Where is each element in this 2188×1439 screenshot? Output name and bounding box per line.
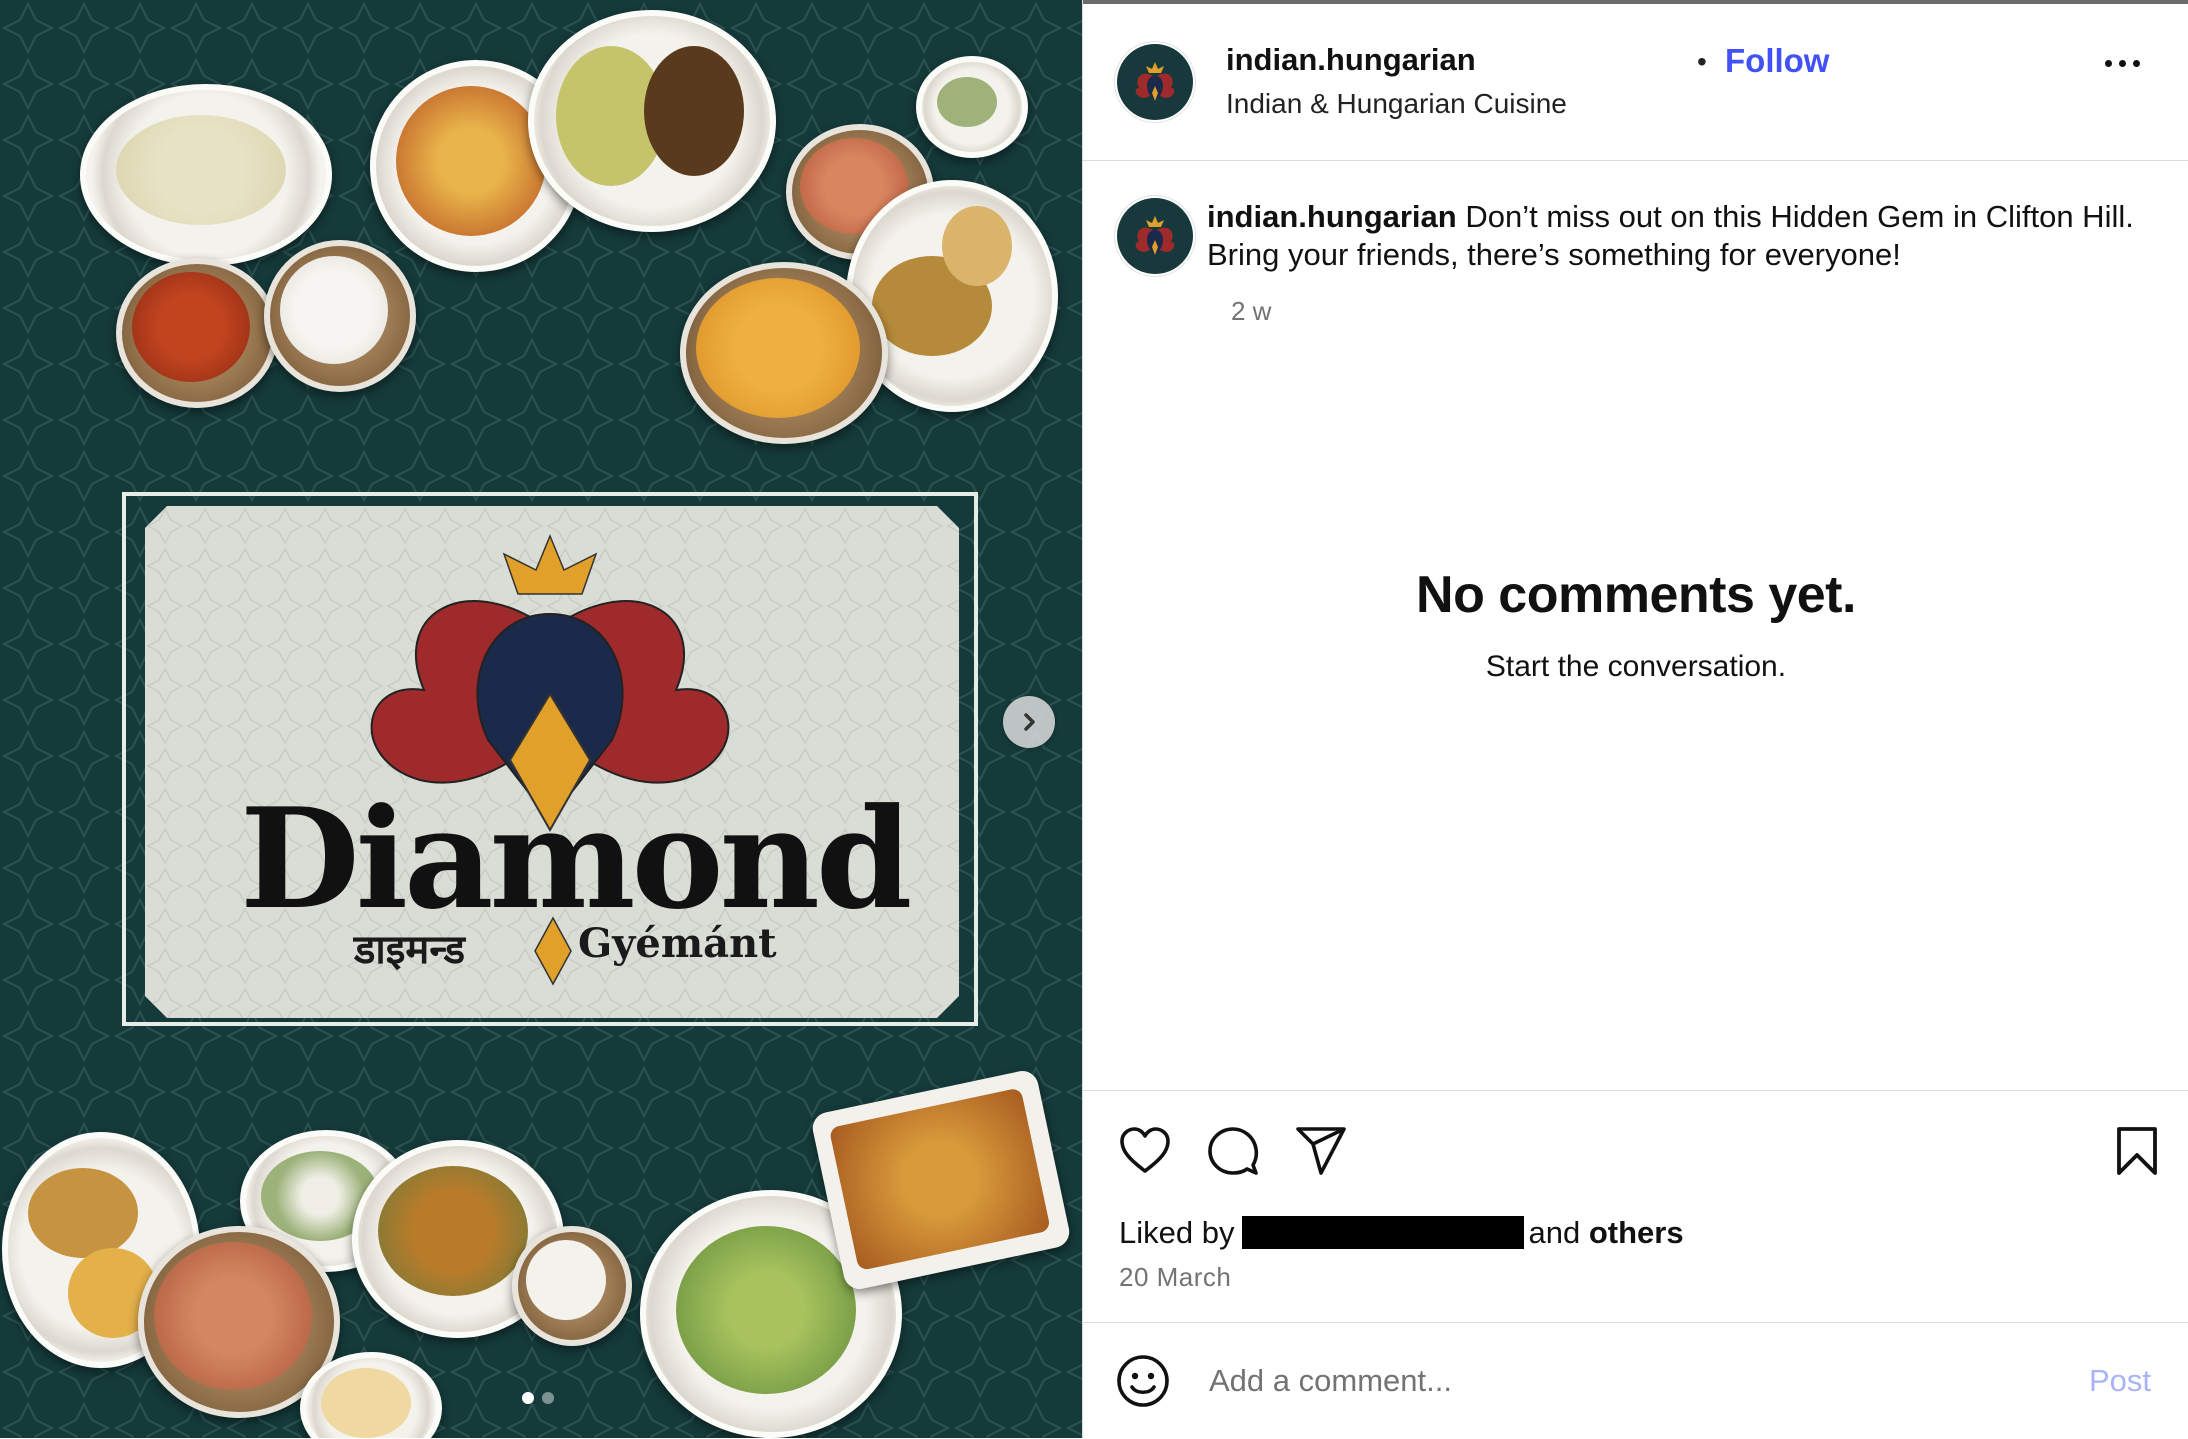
post-header: indian.hungarian Indian & Hungarian Cuis… [1083, 0, 2188, 161]
more-options-button[interactable] [2105, 60, 2140, 67]
caption-username[interactable]: indian.hungarian [1207, 199, 1457, 234]
dish-rice-bowl [264, 240, 416, 392]
logo-subtitle-hungarian: Gyémánt [578, 920, 777, 967]
logo-wordmark: Diamond [240, 777, 912, 940]
avatar[interactable] [1117, 44, 1193, 120]
carousel-dot [542, 1392, 554, 1404]
post-media[interactable]: Diamond डाइमन्ड Gyémánt [0, 0, 1082, 1438]
comment-input[interactable]: Add a comment... [1209, 1363, 1452, 1399]
brand-logo-icon [1135, 216, 1175, 256]
share-button[interactable] [1293, 1123, 1349, 1179]
emoji-button[interactable] [1115, 1353, 1171, 1409]
redacted-username [1242, 1216, 1525, 1249]
logo-subtitle-hindi: डाइमन्ड [354, 926, 466, 973]
post-comment-button[interactable]: Post [2089, 1363, 2151, 1399]
more-horizontal-icon [2105, 60, 2112, 67]
post-time-ago[interactable]: 2 w [1231, 296, 1271, 327]
comment-composer: Add a comment... Post [1083, 1322, 2188, 1439]
carousel-indicator [522, 1392, 554, 1404]
dish-red-curry-bowl [116, 258, 278, 408]
carousel-dot-active [522, 1392, 534, 1404]
post-side-panel: indian.hungarian Indian & Hungarian Cuis… [1082, 0, 2188, 1438]
follow-separator: • [1697, 46, 1707, 77]
header-username[interactable]: indian.hungarian [1226, 42, 1476, 78]
heart-icon [1120, 1127, 1170, 1173]
no-comments-title: No comments yet. [1416, 566, 1856, 624]
caption-avatar[interactable] [1117, 198, 1193, 274]
dish-cucumber-bowl [916, 56, 1028, 158]
post-actions [1083, 1090, 2188, 1321]
dish-korma-bowl [680, 262, 888, 444]
follow-button[interactable]: Follow [1725, 42, 1829, 80]
liked-others-link[interactable]: others [1589, 1215, 1684, 1250]
save-button[interactable] [2109, 1123, 2165, 1179]
comment-bubble-icon [1208, 1127, 1259, 1175]
chevron-right-icon [1024, 713, 1035, 731]
bookmark-icon [2117, 1127, 2157, 1175]
post-date[interactable]: 20 March [1119, 1262, 1231, 1293]
logo-diamond-icon [534, 916, 572, 986]
comment-button[interactable] [1205, 1123, 1261, 1179]
brand-logo-icon [1135, 62, 1175, 102]
dish-raita-bowl [512, 1226, 632, 1346]
dish-cauliflower-plate [80, 84, 332, 266]
liked-by-text: Liked by and others [1119, 1215, 1684, 1251]
liked-middle: and [1528, 1215, 1581, 1250]
like-button[interactable] [1117, 1123, 1173, 1179]
paper-plane-icon [1296, 1127, 1346, 1175]
emoji-smile-icon [1117, 1355, 1169, 1407]
no-comments-subtitle: Start the conversation. [1485, 650, 1787, 683]
carousel-next-button[interactable] [1003, 696, 1055, 748]
post-caption: indian.hungarian Don’t miss out on this … [1207, 198, 2167, 274]
dish-rice-curry-plate [528, 10, 776, 232]
liked-prefix: Liked by [1119, 1215, 1235, 1250]
header-subtitle: Indian & Hungarian Cuisine [1226, 88, 1567, 119]
